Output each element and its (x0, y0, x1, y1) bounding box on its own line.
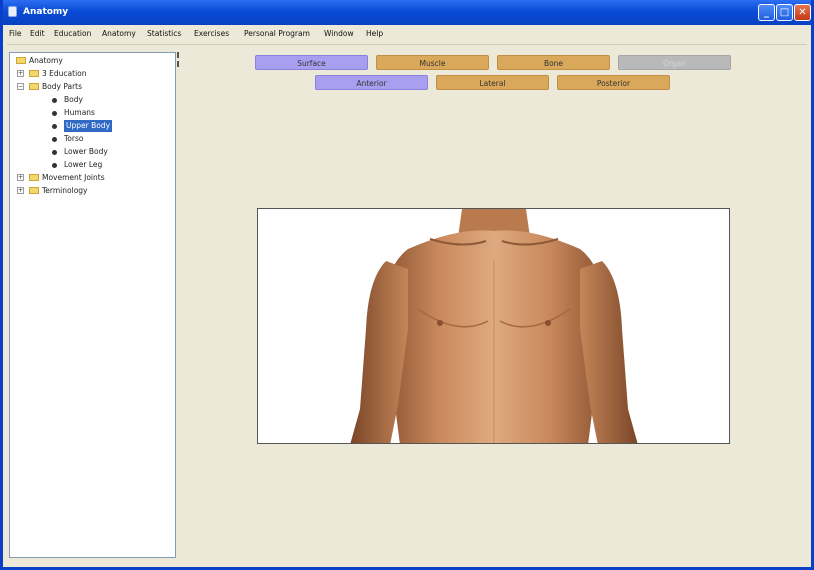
menu-personal-program[interactable]: Personal Program (244, 29, 310, 38)
splitter-handle[interactable] (177, 52, 180, 72)
app-window: Anatomy _ □ ✕ File Edit Education Anatom… (0, 0, 814, 570)
menu-edit[interactable]: Edit (30, 29, 45, 38)
anterior-button[interactable]: Anterior (315, 75, 428, 90)
navigation-tree: Anatomy + 3 Education − Body Parts Body … (9, 52, 176, 558)
window-title: Anatomy (23, 7, 69, 17)
menu-file[interactable]: File (9, 29, 22, 38)
menu-exercises[interactable]: Exercises (194, 29, 229, 38)
muscle-button[interactable]: Muscle (376, 55, 489, 70)
expand-icon[interactable]: + (17, 174, 24, 181)
bullet-icon (52, 163, 57, 168)
minimize-button[interactable]: _ (758, 4, 775, 21)
bullet-icon (52, 150, 57, 155)
menu-bar: File Edit Education Anatomy Statistics E… (3, 25, 811, 42)
menu-help[interactable]: Help (366, 29, 383, 38)
surface-button[interactable]: Surface (255, 55, 368, 70)
folder-icon (29, 187, 39, 194)
anatomy-image[interactable] (257, 208, 730, 444)
expand-icon[interactable]: + (17, 70, 24, 77)
folder-icon (16, 57, 26, 64)
organ-button: Organ (618, 55, 731, 70)
close-button[interactable]: ✕ (794, 4, 811, 21)
menu-education[interactable]: Education (54, 29, 91, 38)
menu-anatomy[interactable]: Anatomy (102, 29, 136, 38)
menu-statistics[interactable]: Statistics (147, 29, 181, 38)
folder-icon (29, 70, 39, 77)
bone-button[interactable]: Bone (497, 55, 610, 70)
upper-body-illustration (350, 209, 638, 443)
menu-divider (7, 44, 807, 45)
bullet-icon (52, 137, 57, 142)
bullet-icon (52, 111, 57, 116)
bullet-icon (52, 124, 57, 129)
expand-icon[interactable]: + (17, 187, 24, 194)
folder-icon (29, 83, 39, 90)
bullet-icon (52, 98, 57, 103)
posterior-button[interactable]: Posterior (557, 75, 670, 90)
maximize-button[interactable]: □ (776, 4, 793, 21)
lateral-button[interactable]: Lateral (436, 75, 549, 90)
menu-window[interactable]: Window (324, 29, 354, 38)
collapse-icon[interactable]: − (17, 83, 24, 90)
folder-icon (29, 174, 39, 181)
app-icon (8, 6, 17, 17)
title-bar[interactable]: Anatomy _ □ ✕ (3, 0, 811, 25)
